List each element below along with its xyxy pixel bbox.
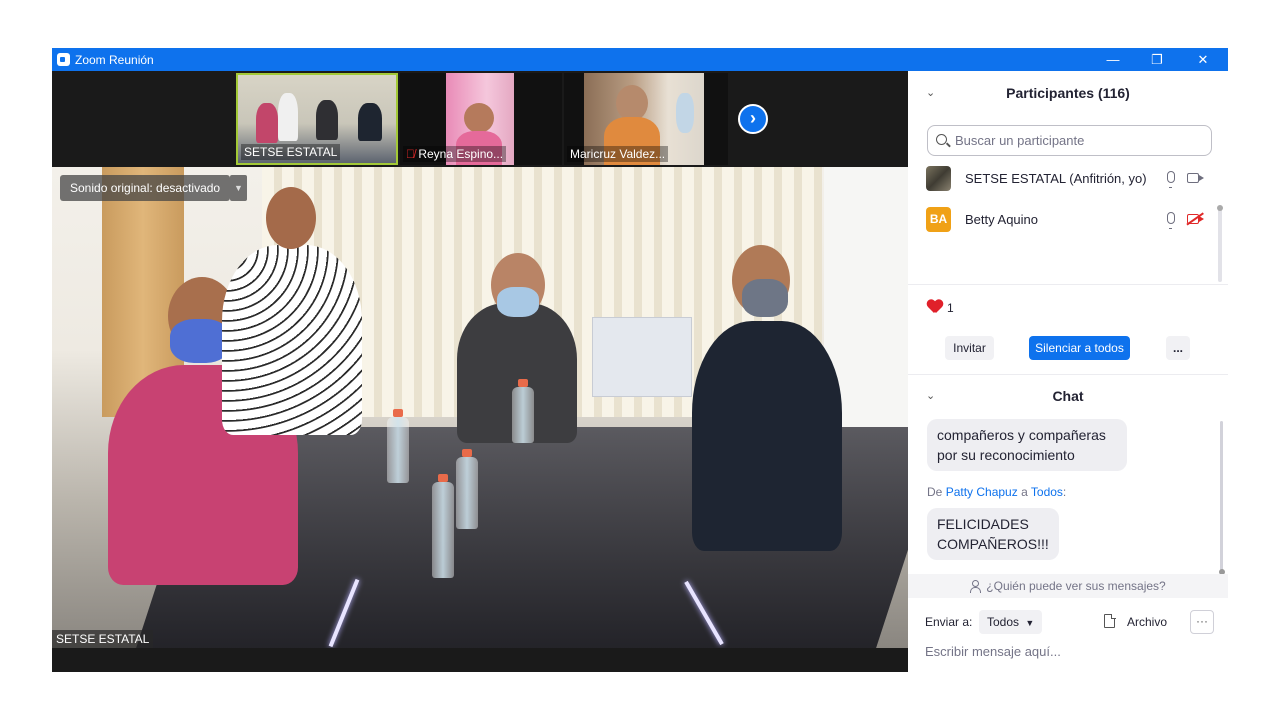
zoom-logo-icon [57, 53, 70, 66]
mute-all-button[interactable]: Silenciar a todos [1029, 336, 1130, 360]
participant-row[interactable]: SETSE ESTATAL (Anfitrión, yo) [908, 159, 1218, 199]
chat-message-input[interactable] [925, 641, 1215, 661]
divider [908, 374, 1228, 375]
collapse-chevron-icon[interactable]: ⌄ [926, 73, 935, 113]
chat-scrollbar[interactable] [1218, 421, 1225, 575]
chat-message: compañeros y compañeras por su reconocim… [927, 419, 1127, 471]
video-off-icon[interactable] [1187, 214, 1204, 224]
chat-message: FELICIDADES COMPAÑEROS!!! [927, 508, 1059, 560]
chat-header: ⌄ Chat [908, 376, 1228, 416]
chat-title: Chat [1052, 388, 1084, 404]
chevron-down-icon[interactable]: ▼ [230, 175, 247, 201]
video-area: SETSE ESTATAL 🎙̸ Reyna Espino... Maricru… [52, 71, 908, 672]
from-prefix: De [927, 485, 943, 499]
send-to-dropdown[interactable]: Todos ▼ [979, 610, 1043, 634]
chat-sender-line: De Patty Chapuz a Todos: [927, 485, 1066, 499]
participant-search-input[interactable]: Buscar un participante [927, 125, 1212, 156]
video-camera-icon[interactable] [1187, 173, 1204, 183]
participants-title: Participantes (116) [1006, 85, 1130, 101]
chevron-down-icon: ▼ [1025, 618, 1035, 628]
heart-reaction-icon [927, 300, 943, 314]
file-icon[interactable] [1104, 613, 1116, 628]
collapse-chevron-icon[interactable]: ⌄ [926, 376, 935, 416]
minimize-button[interactable]: — [1098, 50, 1128, 69]
file-button[interactable]: Archivo [1127, 615, 1167, 629]
thumbnail-name-row: 🎙̸ Reyna Espino... [403, 146, 507, 162]
divider [908, 284, 1228, 285]
video-thumbnail[interactable]: 🎙̸ Reyna Espino... [400, 73, 562, 165]
search-icon [936, 134, 947, 145]
restore-button[interactable]: ❐ [1142, 50, 1172, 69]
mic-icon[interactable] [1167, 212, 1175, 229]
more-options-button[interactable]: ... [1166, 336, 1190, 360]
title-bar: Zoom Reunión — ❐ ✕ [52, 48, 1228, 71]
send-to-value: Todos [987, 615, 1020, 629]
thumbnail-name: SETSE ESTATAL [241, 144, 341, 160]
recipient-name[interactable]: Todos [1031, 485, 1063, 499]
thumbnail-name: Maricruz Valdez... [567, 146, 669, 162]
avatar [926, 166, 951, 191]
close-button[interactable]: ✕ [1188, 50, 1218, 69]
who-can-see-text: ¿Quién puede ver sus mensajes? [986, 579, 1166, 593]
send-to-label: Enviar a: [925, 615, 973, 629]
mic-icon[interactable] [1167, 171, 1175, 188]
zoom-window: Zoom Reunión — ❐ ✕ SETSE ESTATAL 🎙̸ Reyn… [52, 48, 1228, 672]
main-speaker-video[interactable]: Sonido original: desactivado ▼ SETSE EST… [52, 167, 908, 648]
original-sound-button[interactable]: Sonido original: desactivado [60, 175, 231, 201]
sender-name[interactable]: Patty Chapuz [946, 485, 1018, 499]
to-suffix: : [1062, 485, 1067, 499]
thumbnail-name: Reyna Espino... [418, 147, 504, 161]
to-word: a [1021, 485, 1028, 499]
participants-scrollbar[interactable] [1217, 205, 1223, 282]
person-info-icon [970, 580, 982, 593]
participant-row[interactable]: BA Betty Aquino [908, 200, 1218, 240]
window-title: Zoom Reunión [75, 53, 154, 67]
next-page-arrow-icon[interactable]: › [738, 104, 768, 134]
who-can-see-link[interactable]: ¿Quién puede ver sus mensajes? [908, 574, 1228, 598]
video-thumbnail[interactable]: Maricruz Valdez... [564, 73, 728, 165]
participant-name: Betty Aquino [965, 212, 1038, 227]
video-thumbnail[interactable]: SETSE ESTATAL [236, 73, 398, 165]
video-bottom-bar [52, 648, 908, 672]
search-placeholder: Buscar un participante [955, 133, 1085, 148]
participants-header: ⌄ Participantes (116) [908, 73, 1228, 113]
avatar: BA [926, 207, 951, 232]
invite-button[interactable]: Invitar [945, 336, 994, 360]
muted-mic-icon: 🎙̸ [406, 147, 415, 161]
participant-name: SETSE ESTATAL (Anfitrión, yo) [965, 171, 1147, 186]
chat-more-button[interactable]: ··· [1190, 610, 1214, 634]
thumbnail-strip: SETSE ESTATAL 🎙̸ Reyna Espino... Maricru… [52, 71, 908, 167]
side-panel: ⌄ Participantes (116) Buscar un particip… [908, 71, 1228, 672]
reaction-count: 1 [947, 301, 954, 315]
speaker-name-label: SETSE ESTATAL [52, 630, 154, 648]
